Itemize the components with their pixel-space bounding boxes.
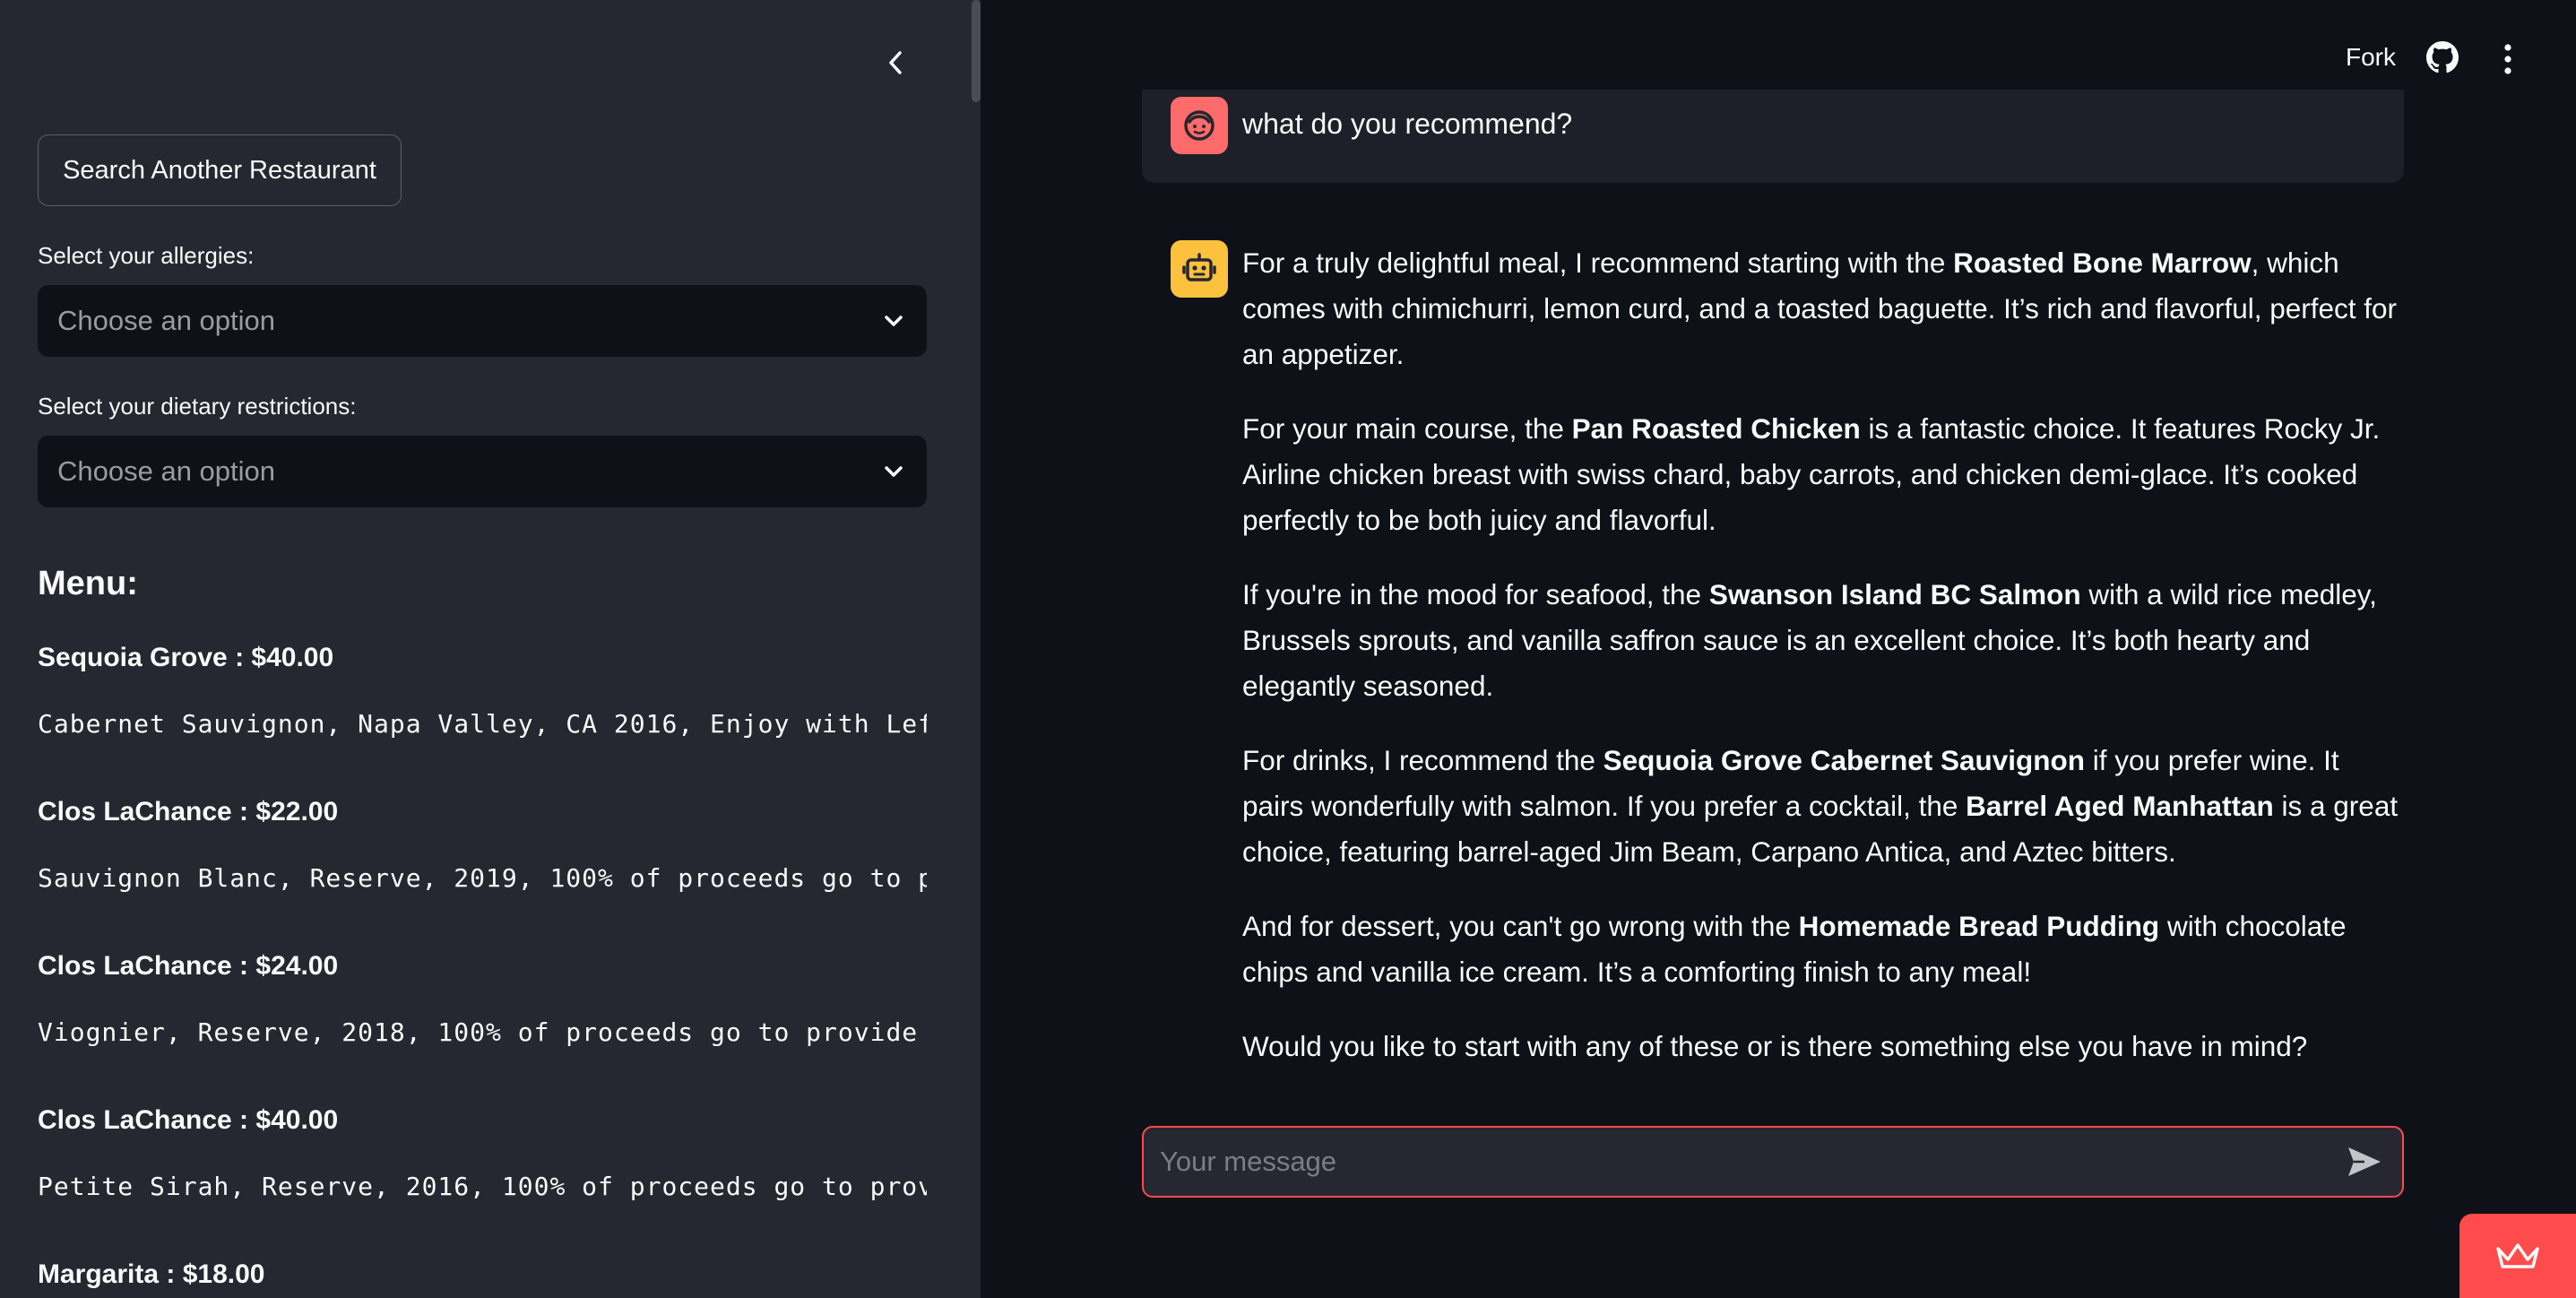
menu-item-title: Clos LaChance : $24.00 [38,951,339,981]
allergies-placeholder: Choose an option [57,305,276,336]
dietary-select[interactable]: Choose an option [38,436,927,507]
chat-message-input[interactable] [1158,1145,2347,1179]
assistant-message: For a truly delightful meal, I recommend… [1242,240,2399,1098]
streamlit-badge[interactable] [2459,1214,2576,1298]
drink-name: Barrel Aged Manhattan [1966,790,2274,822]
text: For your main course, the [1242,412,1572,445]
send-button[interactable] [2347,1146,2382,1178]
assistant-paragraph: If you're in the mood for seafood, the S… [1242,572,2399,709]
text: If you're in the mood for seafood, the [1242,578,1709,610]
user-message-text: what do you recommend? [1242,108,1573,140]
dish-name: Swanson Island BC Salmon [1708,578,2081,610]
user-message: what do you recommend? [1142,90,2404,183]
menu-heading: Menu: [38,565,138,602]
chat-input-container [1142,1126,2404,1198]
assistant-paragraph: And for dessert, you can't go wrong with… [1242,904,2399,995]
menu-item-description: Sauvignon Blanc, Reserve, 2019, 100% of … [38,863,927,893]
dish-name: Pan Roasted Chicken [1571,412,1861,445]
menu-item: Clos LaChance : $24.00 Viognier, Reserve… [38,947,927,1101]
dietary-label: Select your dietary restrictions: [38,393,357,420]
text: Would you like to start with any of thes… [1242,1030,2308,1062]
menu-item: Margarita : $18.00 [38,1255,927,1298]
allergies-label: Select your allergies: [38,242,255,269]
search-another-restaurant-button[interactable]: Search Another Restaurant [38,134,402,206]
menu-item-description: Viognier, Reserve, 2018, 100% of proceed… [38,1017,927,1047]
dish-name: Roasted Bone Marrow [1953,247,2252,279]
menu-list: Sequoia Grove : $40.00 Cabernet Sauvigno… [38,638,927,1298]
assistant-paragraph: For drinks, I recommend the Sequoia Grov… [1242,738,2399,875]
text: For drinks, I recommend the [1242,744,1604,776]
assistant-paragraph: For a truly delightful meal, I recommend… [1242,240,2399,377]
assistant-paragraph: Would you like to start with any of thes… [1242,1024,2399,1069]
assistant-paragraph: For your main course, the Pan Roasted Ch… [1242,406,2399,543]
user-avatar [1171,97,1228,154]
assistant-avatar [1171,240,1228,298]
user-face-icon [1184,110,1215,141]
dish-name: Homemade Bread Pudding [1798,910,2160,942]
send-icon [2348,1147,2381,1176]
dietary-placeholder: Choose an option [57,455,276,487]
menu-item-title: Sequoia Grove : $40.00 [38,643,334,672]
menu-item-title: Clos LaChance : $22.00 [38,797,339,826]
chevron-left-icon [889,51,902,74]
chevron-down-icon [885,466,903,477]
menu-item: Sequoia Grove : $40.00 Cabernet Sauvigno… [38,638,927,792]
github-icon[interactable] [2426,41,2459,74]
fork-button[interactable]: Fork [2346,43,2396,72]
sidebar-scrollbar[interactable] [972,0,981,102]
menu-item-description: Cabernet Sauvignon, Napa Valley, CA 2016… [38,709,927,739]
crown-icon [2496,1243,2539,1268]
menu-item-description: Petite Sirah, Reserve, 2016, 100% of pro… [38,1172,927,1201]
text: For a truly delightful meal, I recommend… [1242,247,1954,279]
allergies-select[interactable]: Choose an option [38,285,927,357]
sidebar: Search Another Restaurant Select your al… [0,0,981,1298]
drink-name: Sequoia Grove Cabernet Sauvignon [1603,744,2086,776]
menu-item: Clos LaChance : $40.00 Petite Sirah, Res… [38,1101,927,1255]
chevron-down-icon [885,316,903,326]
menu-item: Clos LaChance : $22.00 Sauvignon Blanc, … [38,792,927,947]
menu-item-title: Margarita : $18.00 [38,1259,265,1289]
kebab-menu-icon[interactable] [2492,41,2524,77]
text: And for dessert, you can't go wrong with… [1242,910,1799,942]
collapse-sidebar-button[interactable] [877,41,913,84]
robot-icon [1182,253,1216,281]
menu-item-title: Clos LaChance : $40.00 [38,1105,339,1135]
